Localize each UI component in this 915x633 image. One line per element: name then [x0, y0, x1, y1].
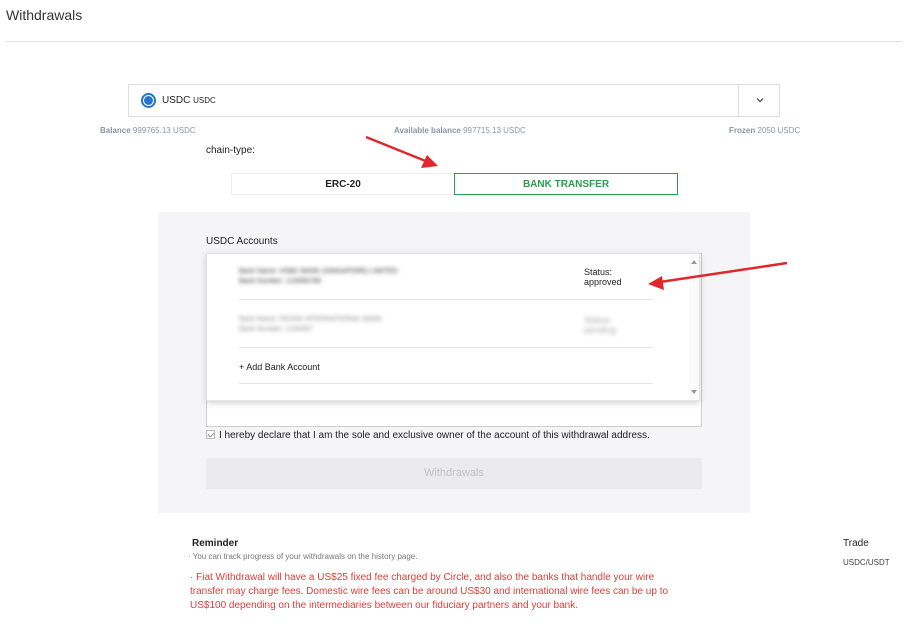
account-bank-number: Bank Number: 123456789 — [239, 278, 321, 285]
chevron-down-icon[interactable] — [755, 95, 765, 105]
frozen-value: 2050 USDC — [757, 126, 801, 135]
ownership-declaration[interactable]: I hereby declare that I am the sole and … — [206, 430, 650, 441]
coin-select[interactable]: USDC USDC — [128, 84, 780, 117]
coin-select-value: USDC USDC — [162, 95, 216, 106]
declaration-checkbox[interactable] — [206, 430, 215, 439]
account-status-value: pending — [584, 325, 617, 335]
fiat-fee-warning: · Fiat Withdrawal will have a US$25 fixe… — [190, 572, 669, 611]
page-title: Withdrawals — [6, 7, 83, 23]
list-item[interactable]: Bank Name: HSBC BANK (SINGAPORE) LIMITED… — [239, 254, 653, 300]
reminder-title: Reminder — [192, 538, 239, 549]
balance-readout: Balance 999765.13 USDC — [100, 126, 196, 135]
trade-title: Trade — [843, 538, 869, 549]
coin-name: USDC — [162, 95, 191, 106]
account-status-label: Status: — [584, 315, 613, 325]
chain-type-label: chain-type: — [206, 145, 255, 156]
select-divider — [738, 85, 739, 116]
tab-bank-transfer[interactable]: BANK TRANSFER — [454, 173, 678, 195]
balance-label: Balance — [100, 126, 131, 135]
available-balance-label: Available balance — [394, 126, 461, 135]
account-bank-name: Bank Name: FAZAIK INTERNATIONAL BANK — [239, 316, 382, 323]
frozen-balance-readout: Frozen 2050 USDC — [729, 126, 800, 135]
account-details: Bank Name: HSBC BANK (SINGAPORE) LIMITED… — [239, 267, 398, 287]
available-balance-readout: Available balance 997715.13 USDC — [394, 126, 526, 135]
account-status: Status: approved — [584, 267, 622, 287]
account-details: Bank Name: FAZAIK INTERNATIONAL BANK Ban… — [239, 315, 382, 335]
available-balance-value: 997715.13 USDC — [463, 126, 526, 135]
dropdown-scrollbar[interactable] — [689, 254, 699, 400]
account-status: Status: pending — [584, 315, 616, 335]
balance-value: 999765.13 USDC — [132, 126, 196, 135]
add-bank-account-link[interactable]: + Add Bank Account — [239, 350, 653, 384]
scroll-up-icon[interactable] — [691, 260, 697, 264]
withdrawals-button[interactable]: Withdrawals — [206, 458, 702, 489]
title-divider — [6, 41, 902, 42]
account-bank-number: Bank Number: 1234567 — [239, 326, 313, 333]
trade-pair-link[interactable]: USDC/USDT — [843, 558, 890, 567]
tab-erc-20[interactable]: ERC-20 — [231, 173, 454, 195]
accounts-dropdown: Bank Name: HSBC BANK (SINGAPORE) LIMITED… — [206, 253, 700, 401]
account-status-value: approved — [584, 277, 622, 287]
accounts-label: USDC Accounts — [206, 236, 278, 247]
coin-symbol: USDC — [193, 96, 216, 105]
usdc-coin-icon — [141, 93, 156, 108]
declaration-text: I hereby declare that I am the sole and … — [219, 430, 650, 441]
reminder-note: · You can track progress of your withdra… — [188, 552, 418, 561]
account-bank-name: Bank Name: HSBC BANK (SINGAPORE) LIMITED — [239, 268, 398, 275]
list-item[interactable]: Bank Name: FAZAIK INTERNATIONAL BANK Ban… — [239, 302, 653, 348]
account-status-label: Status: — [584, 267, 613, 277]
arrow-icon — [365, 135, 438, 168]
scroll-down-icon[interactable] — [691, 390, 697, 394]
frozen-label: Frozen — [729, 126, 756, 135]
